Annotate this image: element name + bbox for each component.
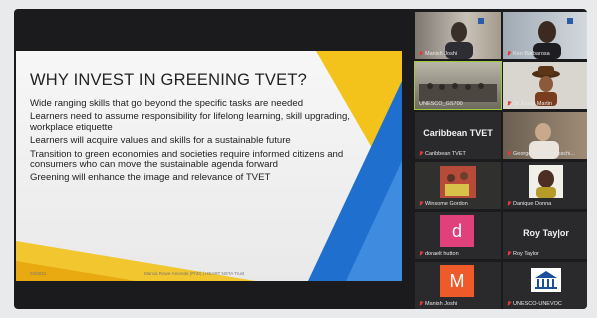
participant-tile-active-speaker[interactable]: UNESCO_GS700 xyxy=(414,61,502,110)
slide-bullet: Learners will acquire values and skills … xyxy=(30,135,291,147)
participant-tile[interactable]: Manish Joshi xyxy=(415,12,501,59)
participant-name: Roy Taylor xyxy=(507,251,539,257)
participant-name: doraelt hutton xyxy=(419,251,459,257)
mic-muted-icon xyxy=(507,301,511,307)
slide-footer-author: Marcia Rowe-Amonde (PhD) | HEART NSTA Tr… xyxy=(144,271,245,276)
participant-tile[interactable]: M Manish Joshi xyxy=(415,262,501,309)
participant-tile[interactable]: Ken Barbarosa xyxy=(503,12,587,59)
mic-muted-icon xyxy=(419,151,423,157)
participant-name: Ken Barbarosa xyxy=(507,51,550,57)
participant-name: Manish Joshi xyxy=(419,301,457,307)
shared-slide: WHY INVEST IN GREENING TVET? Wide rangin… xyxy=(16,51,402,281)
participant-tile[interactable]: Caribbean TVET Caribbean TVET xyxy=(415,112,501,159)
participant-name: UNESCO-UNEVOC xyxy=(507,301,562,307)
mic-muted-icon xyxy=(419,51,423,57)
participant-tile[interactable]: Danique Donna xyxy=(503,162,587,209)
slide-bullet: Learners need to assume responsibility f… xyxy=(30,111,350,133)
participant-tile[interactable]: Dr Junior Martin xyxy=(503,62,587,109)
mic-muted-icon xyxy=(507,151,511,157)
slide-bullet: Greening will enhance the image and rele… xyxy=(30,172,271,184)
participant-display-name: Roy Tay|or xyxy=(523,228,569,238)
avatar: M xyxy=(440,265,474,297)
participant-name: Dr Junior Martin xyxy=(507,101,552,107)
mic-muted-icon xyxy=(507,51,511,57)
participant-name: Manish Joshi xyxy=(419,51,457,57)
mic-muted-icon xyxy=(507,201,511,207)
participant-name: Caribbean TVET xyxy=(419,151,466,157)
mic-muted-icon xyxy=(507,101,511,107)
avatar: d xyxy=(440,215,474,247)
mic-muted-icon xyxy=(419,301,423,307)
slide-bullets: Wide ranging skills that go beyond the s… xyxy=(30,98,352,187)
participant-name: UNESCO_GS700 xyxy=(419,101,463,107)
meeting-window: WHY INVEST IN GREENING TVET? Wide rangin… xyxy=(14,9,587,309)
slide-footer-date: 04/2021 xyxy=(30,271,47,276)
participant-tile[interactable]: George T. - Dorf Boschi... xyxy=(503,112,587,159)
mic-muted-icon xyxy=(419,251,423,257)
participant-tile[interactable]: Winsome Gordon xyxy=(415,162,501,209)
mic-muted-icon xyxy=(507,251,511,257)
slide-bullet: Wide ranging skills that go beyond the s… xyxy=(30,98,304,109)
participant-tile[interactable]: d doraelt hutton xyxy=(415,212,501,259)
participant-tile[interactable]: UNESCO-UNEVOC xyxy=(503,262,587,309)
participant-name: George T. - Dorf Boschi... xyxy=(507,151,575,157)
participant-name: Danique Donna xyxy=(507,201,551,207)
mic-muted-icon xyxy=(419,201,423,207)
participant-display-name: Caribbean TVET xyxy=(423,128,493,138)
slide-bullet: Transition to green economies and societ… xyxy=(30,148,344,171)
slide-title: WHY INVEST IN GREENING TVET? xyxy=(30,71,307,89)
participant-tile[interactable]: Roy Tay|or Roy Taylor xyxy=(503,212,587,259)
participant-name: Winsome Gordon xyxy=(419,201,468,207)
